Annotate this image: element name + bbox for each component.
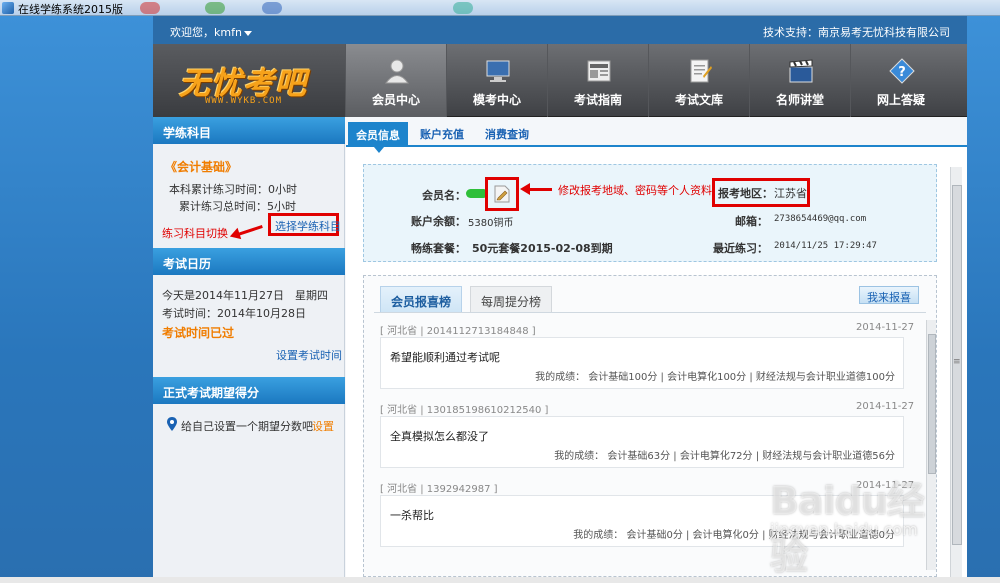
nav-exam-guide[interactable]: 考试指南: [547, 44, 648, 117]
news-icon: [587, 60, 611, 82]
nav-label: 考试文库: [674, 93, 723, 107]
nav-label: 网上答疑: [876, 93, 925, 107]
tab-member-info[interactable]: 会员信息: [348, 122, 408, 147]
calendar-heading: 考试日历: [153, 248, 345, 275]
post-scores: 我的成绩： 会计基础0分 | 会计电算化0分 | 财经法规与会计职业道德0分: [573, 530, 895, 541]
film-icon: [789, 59, 813, 83]
sidebar: 学练科目 《会计基础》 本科累计练习时间：0小时 累计练习总时间：5小时 选择学…: [153, 117, 345, 577]
nav-label: 会员中心: [371, 93, 420, 107]
tab-report-ranking[interactable]: 会员报喜榜: [380, 286, 463, 312]
tab-divider: [374, 312, 926, 313]
package-label: 畅练套餐：: [411, 242, 466, 255]
top-bar: 欢迎您，kmfn 技术支持：南京易考无忧科技有限公司: [153, 16, 967, 44]
member-info-panel: 会员名： 修改报考地域、密码等个人资料 报考地区： 江苏省 账户余额： 5380…: [363, 164, 937, 262]
ranking-scrollbar[interactable]: [926, 320, 936, 570]
report-button[interactable]: 我来报喜: [859, 286, 919, 304]
post-meta: [ 河北省 | 130185198610212540 ]: [380, 405, 549, 416]
list-item: 希望能顺利通过考试呢 我的成绩： 会计基础100分 | 会计电算化100分 | …: [380, 337, 904, 389]
tab-pointer-icon: [374, 147, 384, 153]
email-value: 2738654469@qq.com: [774, 214, 867, 224]
nav-lecture[interactable]: 名师讲堂: [749, 44, 850, 117]
main-nav: 会员中心 模考中心 考试指南 考试文库 名师讲堂 ? 网上答疑: [345, 44, 951, 117]
post-meta: [ 河北省 | 2014112713184848 ]: [380, 326, 536, 337]
switch-subject-link[interactable]: 选择学练科目: [275, 218, 341, 234]
set-expect-link[interactable]: 设置: [312, 418, 334, 434]
post-date: 2014-11-27: [856, 322, 915, 333]
switch-annotation: 练习科目切换: [162, 227, 228, 240]
app-window: 欢迎您，kmfn 技术支持：南京易考无忧科技有限公司 无忧考吧 WWW.WYKB…: [153, 16, 967, 577]
tab-recharge[interactable]: 账户充值: [412, 123, 472, 145]
post-scores: 我的成绩： 会计基础100分 | 会计电算化100分 | 财经法规与会计职业道德…: [535, 372, 895, 383]
location-pin-icon: [167, 417, 177, 431]
site-logo[interactable]: 无忧考吧 WWW.WYKB.COM: [153, 44, 345, 117]
member-name-label: 会员名：: [422, 189, 466, 202]
grip-icon: ≡: [953, 357, 961, 367]
list-item: 全真模拟怎么都没了 我的成绩： 会计基础63分 | 会计电算化72分 | 财经法…: [380, 416, 904, 468]
svg-text:?: ?: [898, 65, 906, 80]
nav-online-qa[interactable]: ? 网上答疑: [850, 44, 951, 117]
tab-consumption[interactable]: 消费查询: [477, 123, 537, 145]
annotation-arrow: [520, 183, 552, 195]
content-scrollbar[interactable]: ≡: [950, 167, 962, 577]
current-subject: 《会计基础》: [165, 160, 238, 174]
ranking-panel: 会员报喜榜 每周提分榜 我来报喜 [ 河北省 | 201411271318484…: [363, 275, 937, 577]
region-value: 江苏省: [774, 187, 807, 200]
window-titlebar: 在线学练系统2015版: [0, 0, 1000, 16]
region-label: 报考地区：: [718, 187, 773, 200]
list-item: 一杀帮比 我的成绩： 会计基础0分 | 会计电算化0分 | 财经法规与会计职业道…: [380, 495, 904, 547]
taskbar-app-icon: [453, 2, 473, 14]
nav-mock-center[interactable]: 模考中心: [446, 44, 547, 117]
window-title: 在线学练系统2015版: [18, 3, 123, 16]
header: 无忧考吧 WWW.WYKB.COM 会员中心 模考中心 考试指南 考试文库 名师…: [153, 44, 967, 117]
email-label: 邮箱：: [735, 215, 768, 228]
nav-exam-library[interactable]: 考试文库: [648, 44, 749, 117]
welcome-menu[interactable]: 欢迎您，kmfn: [170, 24, 252, 40]
annotation-arrow: [237, 225, 263, 236]
sub-tabs: 会员信息 账户充值 消费查询: [346, 117, 967, 147]
scrollbar-thumb[interactable]: [928, 334, 936, 474]
support-text: 技术支持：南京易考无忧科技有限公司: [763, 26, 950, 39]
taskbar-app-icon: [262, 2, 282, 14]
user-icon: [385, 59, 409, 84]
package-value: 50元套餐2015-02-08到期: [472, 242, 613, 255]
monitor-icon: [486, 60, 510, 82]
balance-value: 5380铜币: [468, 218, 514, 229]
subjects-heading: 学练科目: [153, 117, 345, 144]
nav-label: 名师讲堂: [775, 93, 824, 107]
main-content: 会员信息 账户充值 消费查询 会员名： 修改报考地域、密码等个人资料 报考地区：…: [346, 117, 967, 577]
question-icon: ?: [889, 58, 915, 84]
document-icon: [690, 59, 712, 83]
caret-down-icon: [243, 30, 252, 36]
app-icon: [2, 2, 14, 14]
taskbar-strip: [0, 577, 1000, 583]
expect-text: 给自己设置一个期望分数吧: [181, 420, 313, 433]
last-practice-value: 2014/11/25 17:29:47: [774, 241, 877, 251]
post-scores: 我的成绩： 会计基础63分 | 会计电算化72分 | 财经法规与会计职业道德56…: [554, 451, 895, 462]
exam-status: 考试时间已过: [162, 326, 235, 340]
post-text: 一杀帮比: [390, 509, 434, 522]
practice-time-subject: 本科累计练习时间：0小时: [169, 183, 297, 196]
edit-profile-icon[interactable]: [494, 185, 510, 203]
exam-time-text: 考试时间：2014年10月28日: [162, 307, 306, 320]
logo-url: WWW.WYKB.COM: [205, 96, 283, 106]
expect-heading: 正式考试期望得分: [153, 377, 345, 404]
today-text: 今天是2014年11月27日 星期四: [162, 289, 328, 302]
balance-label: 账户余额：: [411, 215, 466, 228]
post-text: 全真模拟怎么都没了: [390, 430, 489, 443]
post-text: 希望能顺利通过考试呢: [390, 351, 500, 364]
post-date: 2014-11-27: [856, 401, 915, 412]
set-exam-time-link[interactable]: 设置考试时间: [276, 347, 342, 363]
edit-annotation: 修改报考地域、密码等个人资料: [558, 184, 712, 197]
taskbar-app-icon: [140, 2, 160, 14]
tab-weekly-ranking[interactable]: 每周提分榜: [470, 286, 553, 312]
taskbar-app-icon: [205, 2, 225, 14]
nav-label: 考试指南: [573, 93, 622, 107]
post-date: 2014-11-27: [856, 480, 915, 491]
post-meta: [ 河北省 | 1392942987 ]: [380, 484, 498, 495]
nav-label: 模考中心: [472, 93, 521, 107]
welcome-text: 欢迎您，kmfn: [170, 26, 242, 39]
last-practice-label: 最近练习：: [713, 242, 768, 255]
practice-time-total: 累计练习总时间：5小时: [179, 200, 296, 213]
nav-member-center[interactable]: 会员中心: [345, 44, 446, 117]
